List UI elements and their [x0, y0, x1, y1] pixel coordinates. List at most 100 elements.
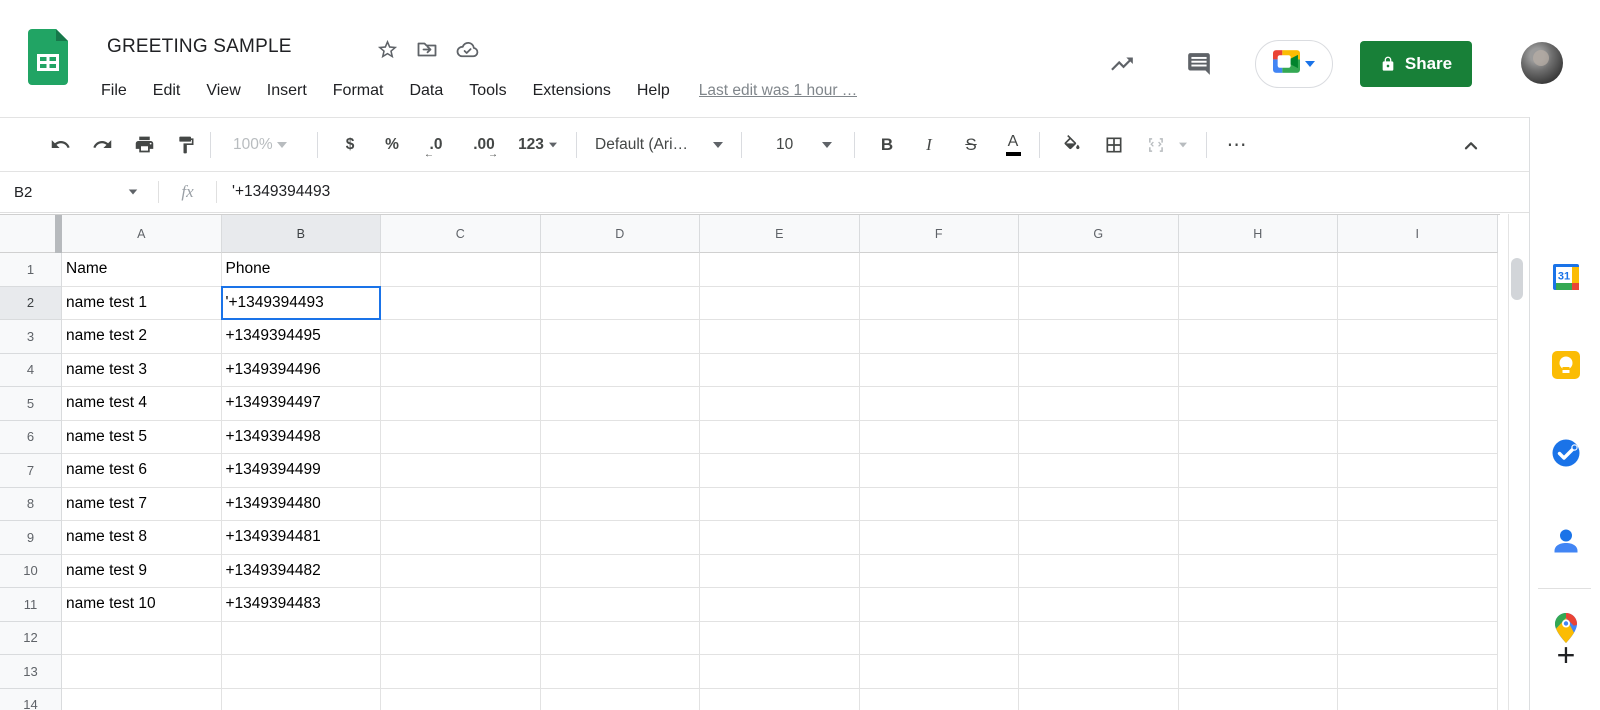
bold-button[interactable]: B: [869, 129, 905, 161]
menu-item-edit[interactable]: Edit: [140, 79, 194, 103]
cell-G2[interactable]: [1019, 286, 1179, 320]
cell-F14[interactable]: [859, 688, 1019, 710]
merge-cells-button[interactable]: [1140, 129, 1172, 161]
cell-A12[interactable]: [62, 621, 222, 655]
cell-B10[interactable]: +1349394482: [221, 554, 381, 588]
cell-B2[interactable]: '+1349394493: [221, 286, 381, 320]
zoom-selector[interactable]: 100%: [225, 129, 295, 161]
cell-H12[interactable]: [1178, 621, 1338, 655]
cell-A8[interactable]: name test 7: [62, 487, 222, 521]
column-header-H[interactable]: H: [1178, 215, 1338, 253]
menu-item-format[interactable]: Format: [320, 79, 397, 103]
strikethrough-button[interactable]: S: [953, 129, 989, 161]
cell-A14[interactable]: [62, 688, 222, 710]
cell-E6[interactable]: [700, 420, 860, 454]
cell-G12[interactable]: [1019, 621, 1179, 655]
cell-H2[interactable]: [1178, 286, 1338, 320]
cell-F12[interactable]: [859, 621, 1019, 655]
cell-F2[interactable]: [859, 286, 1019, 320]
cell-I13[interactable]: [1338, 655, 1498, 689]
cell-H7[interactable]: [1178, 454, 1338, 488]
more-formats-button[interactable]: 123: [512, 129, 564, 161]
menu-item-file[interactable]: File: [88, 79, 140, 103]
last-edit-link[interactable]: Last edit was 1 hour …: [699, 82, 858, 100]
cell-A10[interactable]: name test 9: [62, 554, 222, 588]
cell-I4[interactable]: [1338, 353, 1498, 387]
increase-decimal-button[interactable]: .00 →: [462, 129, 506, 161]
more-toolbar-button[interactable]: ⋯: [1221, 129, 1253, 161]
cell-C1[interactable]: [381, 253, 541, 287]
cell-I7[interactable]: [1338, 454, 1498, 488]
cell-A3[interactable]: name test 2: [62, 320, 222, 354]
cell-G7[interactable]: [1019, 454, 1179, 488]
cell-B5[interactable]: +1349394497: [221, 387, 381, 421]
column-header-C[interactable]: C: [381, 215, 541, 253]
meet-dropdown-caret[interactable]: [1305, 61, 1315, 67]
cell-G5[interactable]: [1019, 387, 1179, 421]
cell-C6[interactable]: [381, 420, 541, 454]
cell-D14[interactable]: [540, 688, 700, 710]
cell-D11[interactable]: [540, 588, 700, 622]
move-folder-icon[interactable]: [414, 36, 440, 62]
row-header-3[interactable]: 3: [0, 320, 62, 354]
cell-B11[interactable]: +1349394483: [221, 588, 381, 622]
cell-E2[interactable]: [700, 286, 860, 320]
paint-format-button[interactable]: [170, 129, 202, 161]
cell-I14[interactable]: [1338, 688, 1498, 710]
cell-H9[interactable]: [1178, 521, 1338, 555]
cell-D1[interactable]: [540, 253, 700, 287]
cell-A1[interactable]: Name: [62, 253, 222, 287]
cell-D12[interactable]: [540, 621, 700, 655]
cell-C8[interactable]: [381, 487, 541, 521]
row-header-1[interactable]: 1: [0, 253, 62, 287]
cell-D13[interactable]: [540, 655, 700, 689]
cell-G9[interactable]: [1019, 521, 1179, 555]
cell-F7[interactable]: [859, 454, 1019, 488]
cell-F8[interactable]: [859, 487, 1019, 521]
cell-C11[interactable]: [381, 588, 541, 622]
cell-C14[interactable]: [381, 688, 541, 710]
cell-E13[interactable]: [700, 655, 860, 689]
tasks-icon[interactable]: [1549, 436, 1583, 470]
join-meet-button[interactable]: [1255, 40, 1333, 88]
column-header-F[interactable]: F: [859, 215, 1019, 253]
cell-A6[interactable]: name test 5: [62, 420, 222, 454]
menu-item-insert[interactable]: Insert: [254, 79, 320, 103]
font-family-selector[interactable]: Default (Ari…: [585, 129, 733, 161]
name-box-caret-icon[interactable]: [128, 189, 138, 195]
share-button[interactable]: Share: [1360, 41, 1472, 87]
row-header-11[interactable]: 11: [0, 588, 62, 622]
calendar-icon[interactable]: 31: [1549, 260, 1583, 294]
name-box[interactable]: B2: [0, 172, 158, 212]
menu-item-extensions[interactable]: Extensions: [520, 79, 624, 103]
cell-B6[interactable]: +1349394498: [221, 420, 381, 454]
cell-G11[interactable]: [1019, 588, 1179, 622]
cell-E14[interactable]: [700, 688, 860, 710]
cell-B1[interactable]: Phone: [221, 253, 381, 287]
vertical-scrollbar-thumb[interactable]: [1511, 258, 1523, 300]
cell-I1[interactable]: [1338, 253, 1498, 287]
row-header-12[interactable]: 12: [0, 621, 62, 655]
keep-icon[interactable]: [1549, 348, 1583, 382]
cell-B12[interactable]: [221, 621, 381, 655]
cell-E5[interactable]: [700, 387, 860, 421]
cell-H10[interactable]: [1178, 554, 1338, 588]
cell-D7[interactable]: [540, 454, 700, 488]
star-icon[interactable]: [374, 36, 400, 62]
cell-G6[interactable]: [1019, 420, 1179, 454]
row-header-9[interactable]: 9: [0, 521, 62, 555]
cell-I10[interactable]: [1338, 554, 1498, 588]
cell-F5[interactable]: [859, 387, 1019, 421]
column-header-A[interactable]: A: [62, 215, 222, 253]
cell-B7[interactable]: +1349394499: [221, 454, 381, 488]
row-header-14[interactable]: 14: [0, 688, 62, 710]
cell-I2[interactable]: [1338, 286, 1498, 320]
select-all-corner[interactable]: [0, 215, 62, 253]
cell-I5[interactable]: [1338, 387, 1498, 421]
cell-I9[interactable]: [1338, 521, 1498, 555]
sheets-logo-icon[interactable]: [28, 29, 68, 85]
cell-F1[interactable]: [859, 253, 1019, 287]
cell-I11[interactable]: [1338, 588, 1498, 622]
cell-I3[interactable]: [1338, 320, 1498, 354]
cell-E12[interactable]: [700, 621, 860, 655]
